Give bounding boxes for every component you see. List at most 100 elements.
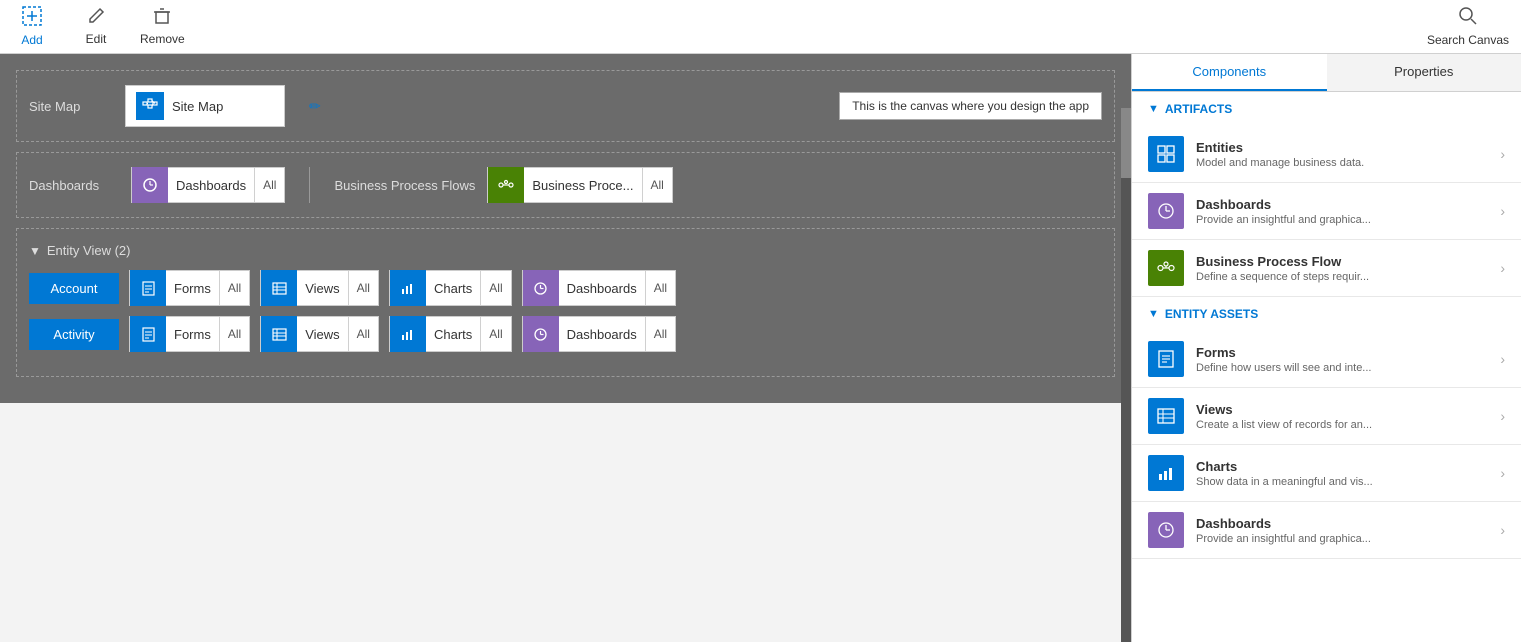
canvas-wrapper: Site Map xyxy=(0,54,1131,642)
forms-asset-title: Forms xyxy=(1196,345,1488,360)
main-layout: Site Map xyxy=(0,54,1521,642)
activity-dashboards-box[interactable]: Dashboards All xyxy=(522,316,676,352)
bpf-component-all[interactable]: All xyxy=(642,168,672,202)
dashboards-component-box[interactable]: Dashboards All xyxy=(131,167,285,203)
panel-item-dashboards-asset[interactable]: Dashboards Provide an insightful and gra… xyxy=(1132,502,1521,559)
remove-button[interactable]: Remove xyxy=(140,7,185,46)
sitemap-box-text: Site Map xyxy=(172,99,223,114)
dashboard-row: Dashboards Dashboards All xyxy=(29,167,1102,203)
entity-assets-section-header[interactable]: ▼ ENTITY ASSETS xyxy=(1132,297,1521,331)
entity-view-arrow-icon: ▼ xyxy=(29,244,41,258)
account-charts-text: Charts xyxy=(426,281,480,296)
panel-item-dashboards-artifact[interactable]: Dashboards Provide an insightful and gra… xyxy=(1132,183,1521,240)
entities-title: Entities xyxy=(1196,140,1488,155)
entity-view-section: ▼ Entity View (2) Account xyxy=(16,228,1115,377)
sitemap-row: Site Map xyxy=(29,85,1102,127)
add-button[interactable]: Add xyxy=(12,6,52,47)
activity-charts-box[interactable]: Charts All xyxy=(389,316,512,352)
activity-forms-all[interactable]: All xyxy=(219,317,249,351)
forms-asset-text: Forms Define how users will see and inte… xyxy=(1196,345,1488,374)
panel-item-entities[interactable]: Entities Model and manage business data.… xyxy=(1132,126,1521,183)
account-views-all[interactable]: All xyxy=(348,271,378,305)
search-canvas-button[interactable]: Search Canvas xyxy=(1427,6,1509,47)
dashboards-asset-icon xyxy=(1148,512,1184,548)
toolbar: Add Edit Remove Search Canvas xyxy=(0,0,1521,54)
panel-item-charts[interactable]: Charts Show data in a meaningful and vis… xyxy=(1132,445,1521,502)
account-dashboards-icon xyxy=(523,270,559,306)
entity-view-label: Entity View (2) xyxy=(47,243,131,258)
entity-assets-arrow-icon: ▼ xyxy=(1148,308,1159,320)
account-entity-button[interactable]: Account xyxy=(29,273,119,304)
artifacts-arrow-icon: ▼ xyxy=(1148,103,1159,115)
dashboards-asset-arrow-icon: › xyxy=(1500,522,1505,538)
account-views-box[interactable]: Views All xyxy=(260,270,379,306)
search-canvas-label: Search Canvas xyxy=(1427,33,1509,47)
dashboards-artifact-arrow-icon: › xyxy=(1500,203,1505,219)
panel-item-bpf-artifact[interactable]: Business Process Flow Define a sequence … xyxy=(1132,240,1521,297)
account-dashboards-box[interactable]: Dashboards All xyxy=(522,270,676,306)
account-forms-box[interactable]: Forms All xyxy=(129,270,250,306)
dashboards-component-all[interactable]: All xyxy=(254,168,284,202)
activity-forms-text: Forms xyxy=(166,327,219,342)
sitemap-section-label: Site Map xyxy=(29,99,109,114)
activity-views-text: Views xyxy=(297,327,347,342)
entity-assets-label: ENTITY ASSETS xyxy=(1165,307,1258,321)
panel-item-views[interactable]: Views Create a list view of records for … xyxy=(1132,388,1521,445)
artifacts-label: ARTIFACTS xyxy=(1165,102,1232,116)
bpf-component-text: Business Proce... xyxy=(524,178,641,193)
search-icon xyxy=(1458,6,1478,31)
charts-asset-text: Charts Show data in a meaningful and vis… xyxy=(1196,459,1488,488)
dashboards-component-icon xyxy=(132,167,168,203)
views-asset-icon xyxy=(1148,398,1184,434)
activity-entity-button[interactable]: Activity xyxy=(29,319,119,350)
tab-components[interactable]: Components xyxy=(1132,54,1327,91)
dashboards-asset-desc: Provide an insightful and graphica... xyxy=(1196,533,1488,545)
activity-charts-all[interactable]: All xyxy=(480,317,510,351)
account-charts-icon xyxy=(390,270,426,306)
dashboards-component-text: Dashboards xyxy=(168,178,254,193)
bpf-artifact-arrow-icon: › xyxy=(1500,260,1505,276)
sitemap-box[interactable]: Site Map xyxy=(125,85,285,127)
activity-dashboards-icon xyxy=(523,316,559,352)
add-label: Add xyxy=(21,33,42,47)
activity-views-box[interactable]: Views All xyxy=(260,316,379,352)
account-entity-row: Account Forms All xyxy=(29,270,1102,306)
artifacts-section-header[interactable]: ▼ ARTIFACTS xyxy=(1132,92,1521,126)
canvas-tooltip: This is the canvas where you design the … xyxy=(839,92,1102,120)
account-forms-text: Forms xyxy=(166,281,219,296)
charts-asset-desc: Show data in a meaningful and vis... xyxy=(1196,476,1488,488)
bpf-component-box[interactable]: Business Proce... All xyxy=(487,167,673,203)
activity-forms-box[interactable]: Forms All xyxy=(129,316,250,352)
canvas-area[interactable]: Site Map xyxy=(0,54,1131,403)
activity-views-icon xyxy=(261,316,297,352)
account-views-text: Views xyxy=(297,281,347,296)
sitemap-edit-icon[interactable]: ✏ xyxy=(309,98,321,115)
account-views-icon xyxy=(261,270,297,306)
account-forms-all[interactable]: All xyxy=(219,271,249,305)
activity-charts-text: Charts xyxy=(426,327,480,342)
account-charts-all[interactable]: All xyxy=(480,271,510,305)
sitemap-section: Site Map xyxy=(16,70,1115,142)
activity-entity-row: Activity Forms All xyxy=(29,316,1102,352)
bpf-divider xyxy=(309,167,310,203)
entity-view-header[interactable]: ▼ Entity View (2) xyxy=(29,243,1102,258)
dashboards-section-label: Dashboards xyxy=(29,178,119,193)
activity-views-all[interactable]: All xyxy=(348,317,378,351)
account-dashboards-text: Dashboards xyxy=(559,281,645,296)
bpf-component-icon xyxy=(488,167,524,203)
charts-asset-title: Charts xyxy=(1196,459,1488,474)
dashboards-bpf-section: Dashboards Dashboards All xyxy=(16,152,1115,218)
activity-charts-icon xyxy=(390,316,426,352)
dashboards-asset-text: Dashboards Provide an insightful and gra… xyxy=(1196,516,1488,545)
activity-dashboards-all[interactable]: All xyxy=(645,317,675,351)
account-charts-box[interactable]: Charts All xyxy=(389,270,512,306)
charts-asset-icon xyxy=(1148,455,1184,491)
edit-button[interactable]: Edit xyxy=(76,7,116,46)
panel-item-forms[interactable]: Forms Define how users will see and inte… xyxy=(1132,331,1521,388)
account-dashboards-all[interactable]: All xyxy=(645,271,675,305)
tab-properties[interactable]: Properties xyxy=(1327,54,1521,91)
activity-dashboards-text: Dashboards xyxy=(559,327,645,342)
add-icon xyxy=(22,6,42,31)
activity-forms-icon xyxy=(130,316,166,352)
sitemap-icon xyxy=(136,92,164,120)
